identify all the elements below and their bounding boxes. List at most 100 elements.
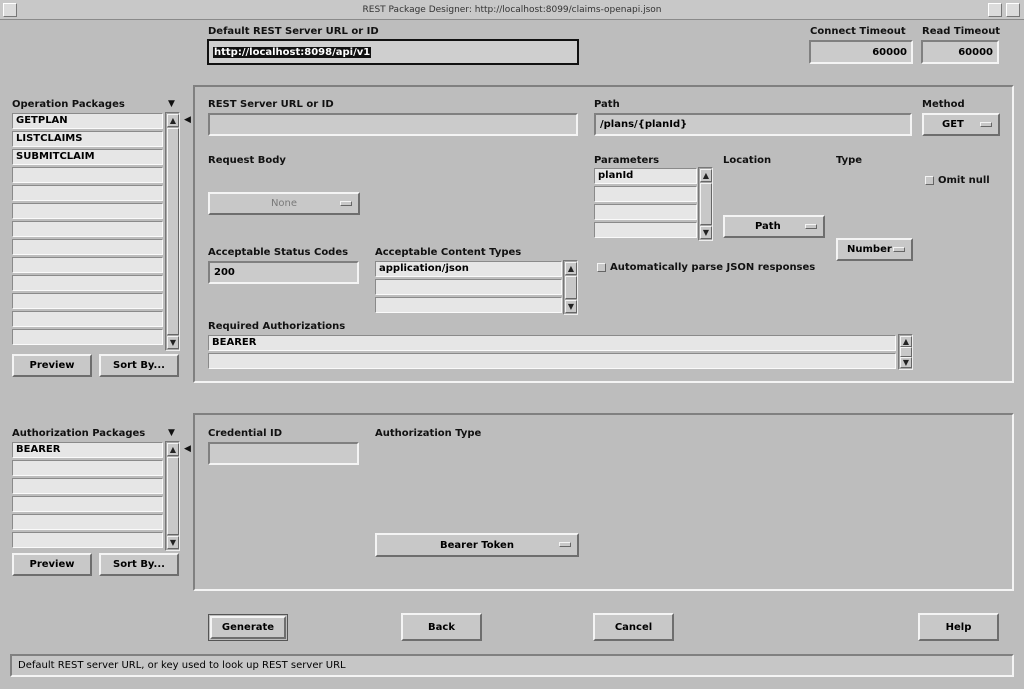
list-item[interactable] [12, 203, 163, 219]
collapse-arrow-icon[interactable]: ◀ [184, 115, 191, 125]
method-dropdown[interactable]: GET [922, 113, 1000, 136]
list-item[interactable] [12, 329, 163, 345]
scroll-down-icon[interactable]: ▼ [167, 536, 179, 549]
authorization-list-scrollbar[interactable]: ▲ ▼ [165, 441, 180, 551]
authorization-sortby-button[interactable]: Sort By... [99, 553, 179, 576]
list-item[interactable] [12, 167, 163, 183]
dropdown-indicator-icon [980, 121, 992, 127]
path-field[interactable]: /plans/{planId} [594, 113, 912, 136]
dropdown-indicator-icon [805, 223, 817, 229]
generate-button[interactable]: Generate [208, 614, 288, 641]
list-item[interactable] [12, 257, 163, 273]
operation-packages-label: Operation Packages [12, 99, 125, 110]
content-types-list[interactable]: application/json [375, 261, 562, 315]
list-item[interactable] [594, 186, 697, 202]
scrollbar-thumb[interactable] [900, 347, 912, 357]
connect-timeout-field[interactable]: 60000 [809, 40, 913, 64]
status-codes-field[interactable]: 200 [208, 261, 359, 284]
auth-type-dropdown[interactable]: Bearer Token [375, 533, 579, 557]
omit-null-checkbox[interactable] [925, 176, 934, 185]
auth-type-value: Bearer Token [440, 539, 514, 551]
list-item[interactable]: planId [594, 168, 697, 184]
list-item[interactable] [12, 185, 163, 201]
default-url-value: http://localhost:8098/api/v1 [213, 46, 372, 58]
auto-parse-checkbox[interactable] [597, 263, 606, 272]
operation-packages-list[interactable]: GETPLAN LISTCLAIMS SUBMITCLAIM [12, 113, 163, 347]
operation-preview-button[interactable]: Preview [12, 354, 92, 377]
scrollbar-thumb[interactable] [700, 183, 712, 225]
required-auth-list[interactable]: BEARER [208, 335, 896, 371]
method-label: Method [922, 99, 965, 110]
chevron-down-icon[interactable]: ▼ [168, 428, 175, 438]
list-item[interactable] [208, 353, 896, 369]
credential-id-label: Credential ID [208, 428, 282, 439]
list-item[interactable] [12, 532, 163, 548]
scroll-down-icon[interactable]: ▼ [167, 336, 179, 349]
scroll-up-icon[interactable]: ▲ [167, 443, 179, 456]
dropdown-indicator-icon [559, 542, 571, 547]
list-item[interactable]: application/json [375, 261, 562, 277]
scroll-up-icon[interactable]: ▲ [167, 114, 179, 127]
scroll-down-icon[interactable]: ▼ [565, 300, 577, 313]
list-item[interactable] [12, 239, 163, 255]
list-item[interactable] [12, 221, 163, 237]
list-item[interactable] [375, 279, 562, 295]
request-body-dropdown[interactable]: None [208, 192, 360, 215]
location-dropdown[interactable]: Path [723, 215, 825, 238]
operation-sortby-button[interactable]: Sort By... [99, 354, 179, 377]
list-item[interactable]: GETPLAN [12, 113, 163, 129]
scroll-down-icon[interactable]: ▼ [900, 357, 912, 368]
list-item[interactable] [12, 311, 163, 327]
list-item[interactable]: BEARER [208, 335, 896, 351]
list-item[interactable] [594, 204, 697, 220]
scroll-up-icon[interactable]: ▲ [565, 262, 577, 275]
list-item[interactable]: SUBMITCLAIM [12, 149, 163, 165]
parameters-scrollbar[interactable]: ▲ ▼ [698, 167, 713, 241]
auth-type-label: Authorization Type [375, 428, 482, 439]
list-item[interactable] [12, 293, 163, 309]
list-item[interactable] [12, 496, 163, 512]
request-body-label: Request Body [208, 155, 286, 166]
maximize-button[interactable] [1006, 3, 1020, 17]
operation-list-scrollbar[interactable]: ▲ ▼ [165, 112, 180, 351]
list-item[interactable] [12, 478, 163, 494]
authorization-packages-list[interactable]: BEARER [12, 442, 163, 550]
list-item[interactable] [12, 514, 163, 530]
list-item[interactable] [375, 297, 562, 313]
window-menu-button[interactable] [3, 3, 17, 17]
parameters-label: Parameters [594, 155, 660, 166]
type-dropdown[interactable]: Number [836, 238, 913, 261]
list-item[interactable] [594, 222, 697, 238]
dropdown-indicator-icon [893, 246, 905, 252]
path-label: Path [594, 99, 620, 110]
collapse-arrow-icon[interactable]: ◀ [184, 444, 191, 454]
back-button[interactable]: Back [401, 613, 482, 641]
default-url-field[interactable]: http://localhost:8098/api/v1 [207, 39, 579, 65]
server-url-field[interactable] [208, 113, 578, 136]
content-types-scrollbar[interactable]: ▲ ▼ [563, 260, 578, 315]
scrollbar-thumb[interactable] [167, 457, 179, 535]
list-item[interactable] [12, 275, 163, 291]
scrollbar-thumb[interactable] [167, 128, 179, 335]
type-label: Type [836, 155, 863, 166]
list-item[interactable]: LISTCLAIMS [12, 131, 163, 147]
scrollbar-thumb[interactable] [565, 276, 577, 299]
window-title-bar[interactable]: REST Package Designer: http://localhost:… [0, 0, 1024, 20]
required-auth-scrollbar[interactable]: ▲ ▼ [898, 334, 913, 370]
connect-timeout-label: Connect Timeout [810, 26, 906, 37]
scroll-up-icon[interactable]: ▲ [900, 336, 912, 347]
server-url-label: REST Server URL or ID [208, 99, 334, 110]
list-item[interactable]: BEARER [12, 442, 163, 458]
credential-id-field[interactable] [208, 442, 359, 465]
list-item[interactable] [12, 460, 163, 476]
minimize-button[interactable] [988, 3, 1002, 17]
help-button[interactable]: Help [918, 613, 999, 641]
cancel-button[interactable]: Cancel [593, 613, 674, 641]
authorization-preview-button[interactable]: Preview [12, 553, 92, 576]
read-timeout-field[interactable]: 60000 [921, 40, 999, 64]
scroll-down-icon[interactable]: ▼ [700, 226, 712, 239]
status-text: Default REST server URL, or key used to … [18, 660, 346, 671]
chevron-down-icon[interactable]: ▼ [168, 99, 175, 109]
scroll-up-icon[interactable]: ▲ [700, 169, 712, 182]
parameters-list[interactable]: planId [594, 168, 697, 240]
